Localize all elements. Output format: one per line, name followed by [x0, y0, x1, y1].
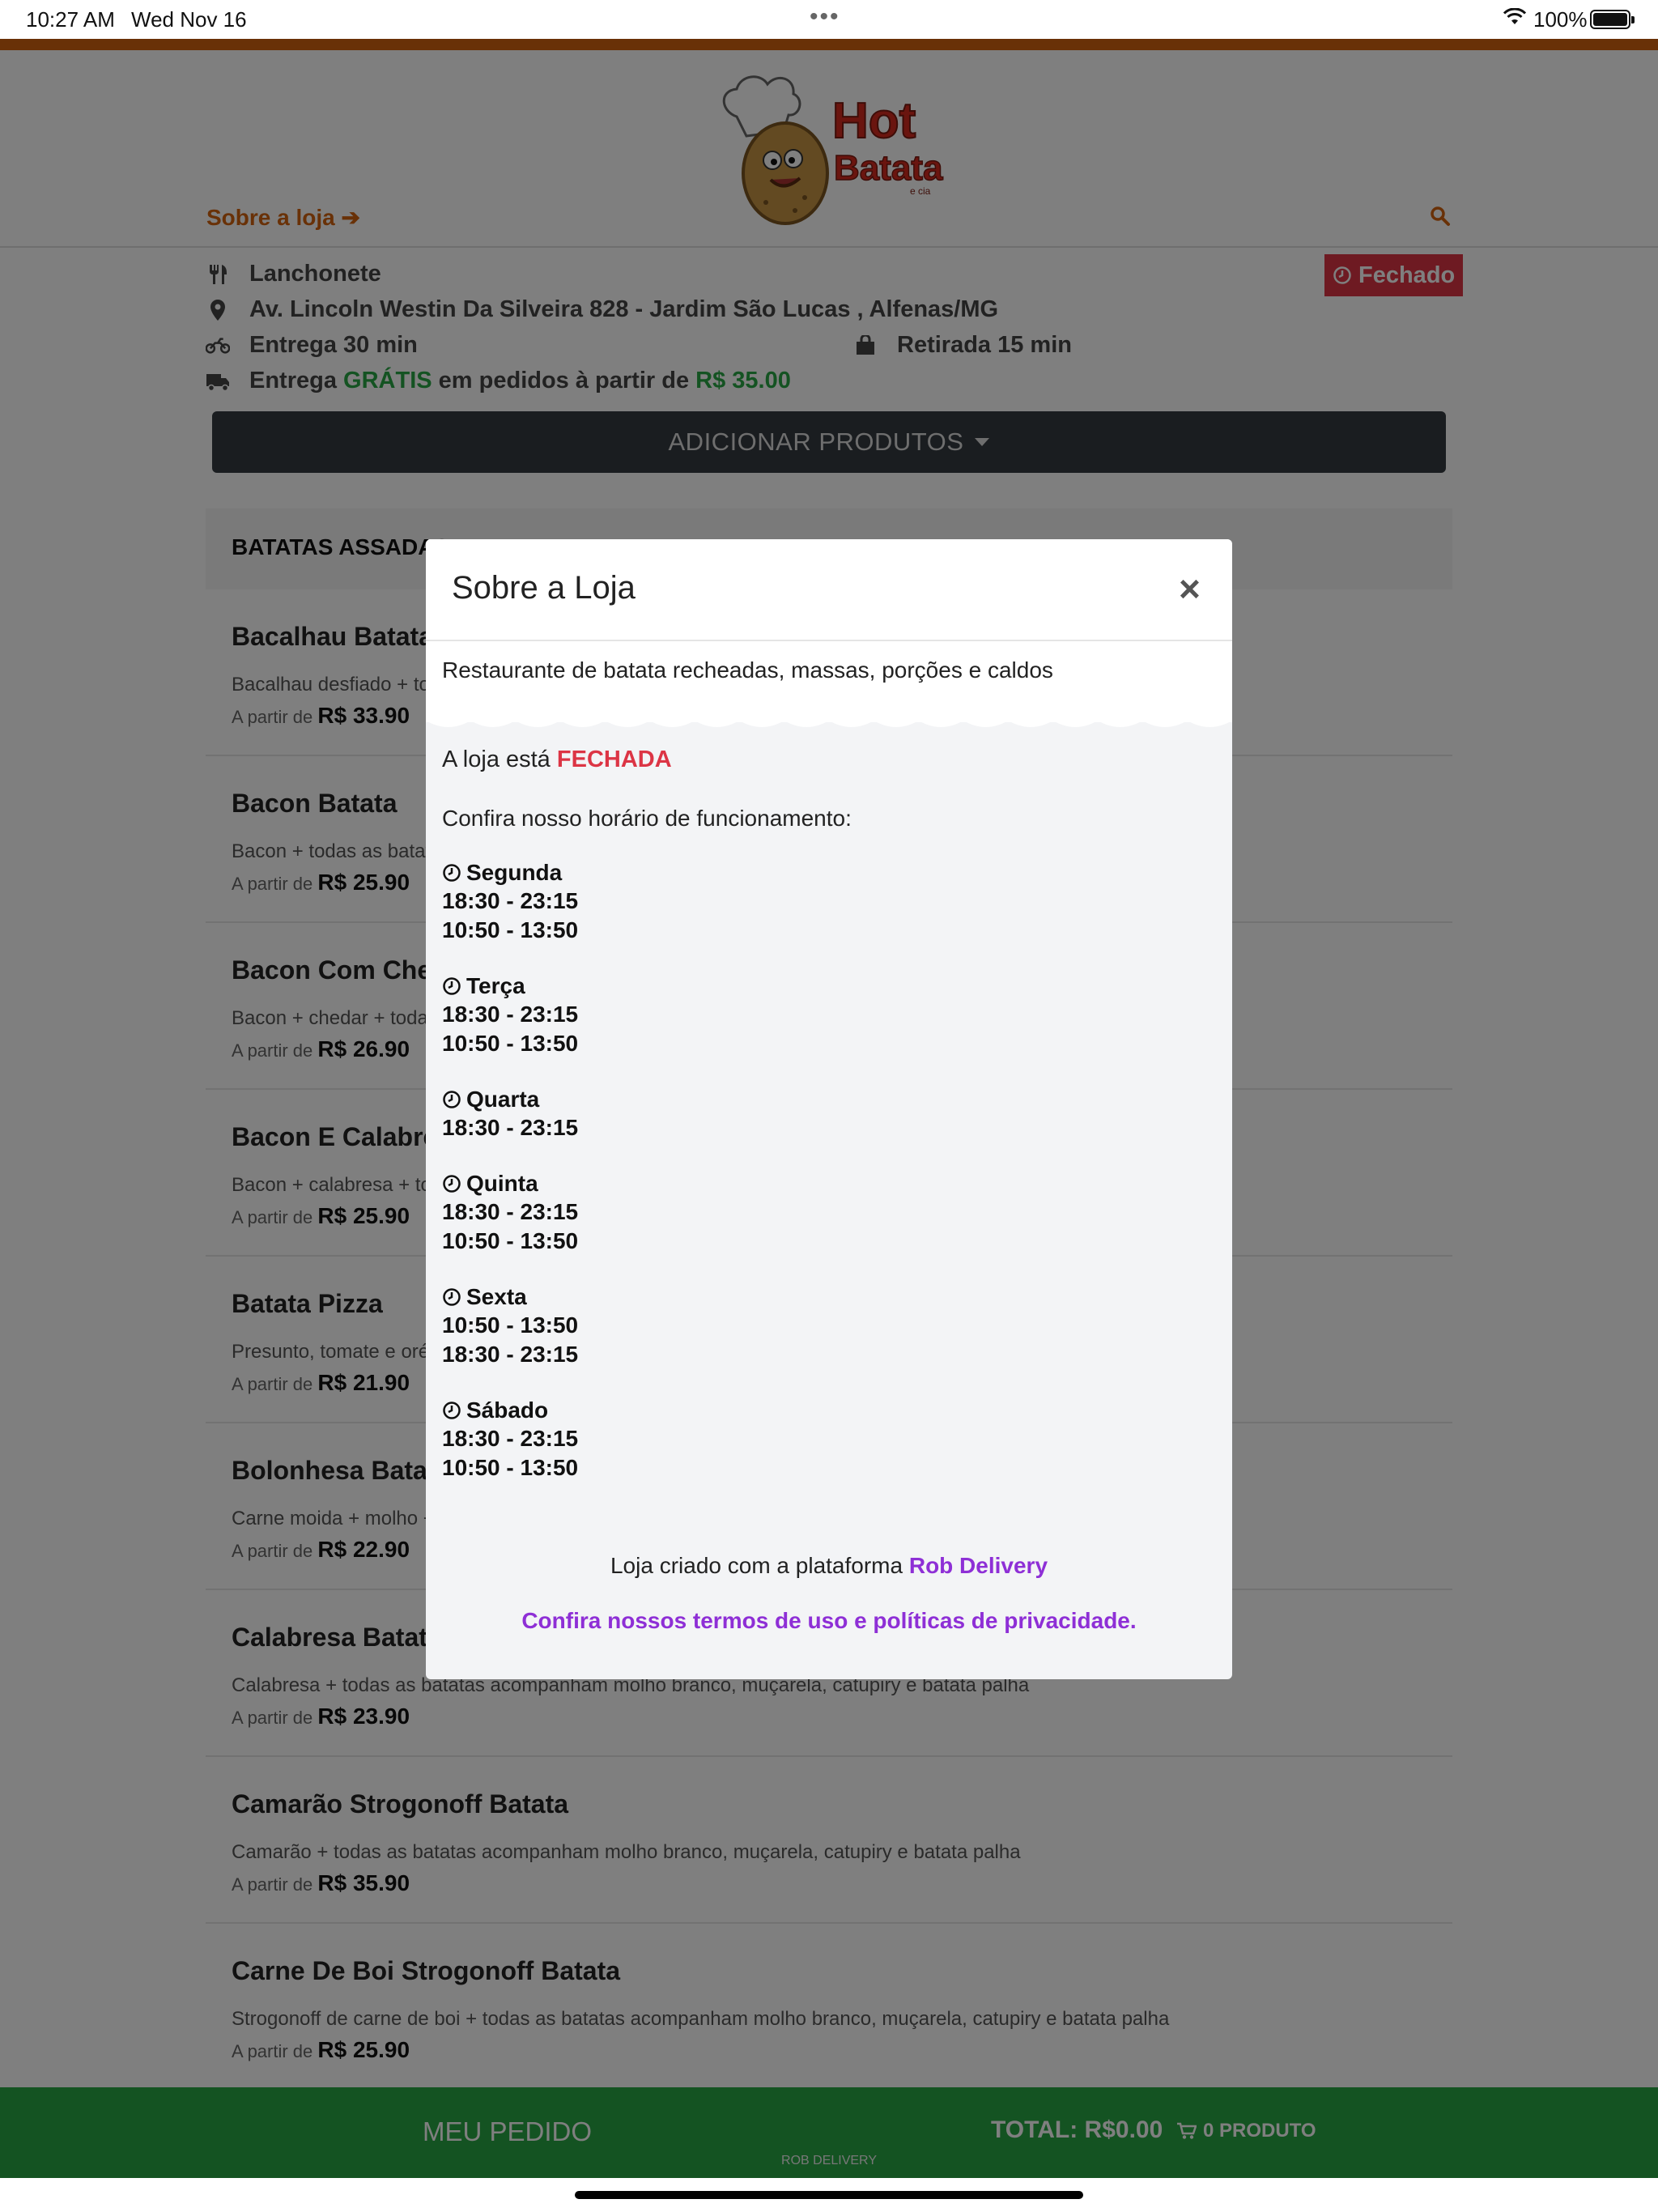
- clock-icon: [443, 1175, 461, 1193]
- platform-credit: Loja criado com a plataforma Rob Deliver…: [426, 1553, 1232, 1579]
- time-slot: 18:30 - 23:15: [442, 1002, 579, 1027]
- day-name: Sábado: [442, 1397, 1216, 1424]
- time-slot: 10:50 - 13:50: [442, 1228, 579, 1253]
- platform-credit-prefix: Loja criado com a plataforma: [610, 1553, 903, 1578]
- status-date: Wed Nov 16: [131, 7, 247, 32]
- time-slot: 18:30 - 23:15: [442, 1115, 579, 1140]
- schedule-day: Terça 18:30 - 23:15 10:50 - 13:50: [442, 972, 1216, 1058]
- time-slot: 18:30 - 23:15: [442, 1342, 579, 1367]
- clock-icon: [443, 977, 461, 995]
- day-name: Quarta: [442, 1086, 1216, 1113]
- schedule-day: Segunda 18:30 - 23:15 10:50 - 13:50: [442, 859, 1216, 945]
- modal-title: Sobre a Loja: [452, 570, 636, 606]
- day-name: Sexta: [442, 1283, 1216, 1311]
- clock-icon: [443, 1091, 461, 1108]
- clock-icon: [443, 1402, 461, 1419]
- time-slot: 10:50 - 13:50: [442, 1455, 579, 1480]
- time-slot: 18:30 - 23:15: [442, 1199, 579, 1224]
- clock-icon: [443, 864, 461, 882]
- day-name: Quinta: [442, 1170, 1216, 1197]
- schedule-day: Quinta 18:30 - 23:15 10:50 - 13:50: [442, 1170, 1216, 1256]
- about-store-modal: Sobre a Loja × Restaurante de batata rec…: [426, 539, 1232, 1679]
- store-description: Restaurante de batata recheadas, massas,…: [442, 657, 1053, 683]
- hours-intro: Confira nosso horário de funcionamento:: [442, 806, 852, 831]
- time-slot: 18:30 - 23:15: [442, 1426, 579, 1451]
- wifi-icon: [1503, 8, 1527, 24]
- store-status-value: FECHADA: [556, 747, 672, 772]
- time-slot: 10:50 - 13:50: [442, 1312, 579, 1338]
- modal-header: Sobre a Loja ×: [426, 539, 1232, 641]
- day-label: Sexta: [466, 1284, 527, 1309]
- day-name: Segunda: [442, 859, 1216, 887]
- schedule-day: Sábado 18:30 - 23:15 10:50 - 13:50: [442, 1397, 1216, 1482]
- status-time: 10:27 AM: [26, 7, 115, 32]
- day-label: Terça: [466, 973, 525, 998]
- wave-divider: [426, 709, 1232, 727]
- platform-link[interactable]: Rob Delivery: [909, 1553, 1048, 1578]
- store-status-prefix: A loja está: [442, 747, 551, 772]
- time-slot: 10:50 - 13:50: [442, 917, 579, 942]
- day-label: Segunda: [466, 860, 563, 885]
- status-bar: 10:27 AM Wed Nov 16 ••• 100%: [0, 0, 1658, 39]
- time-slot: 18:30 - 23:15: [442, 888, 579, 913]
- day-label: Sábado: [466, 1397, 549, 1423]
- clock-icon: [443, 1288, 461, 1306]
- store-status-line: A loja está FECHADA: [442, 747, 1216, 773]
- home-indicator[interactable]: [575, 2191, 1083, 2199]
- multitask-dots-icon[interactable]: •••: [810, 3, 840, 31]
- close-icon[interactable]: ×: [1179, 570, 1201, 607]
- terms-link[interactable]: Confira nossos termos de uso e políticas…: [426, 1608, 1232, 1634]
- schedule-day: Quarta 18:30 - 23:15: [442, 1086, 1216, 1142]
- day-label: Quinta: [466, 1171, 538, 1196]
- day-name: Terça: [442, 972, 1216, 1000]
- time-slot: 10:50 - 13:50: [442, 1031, 579, 1056]
- modal-body: A loja está FECHADA Confira nosso horári…: [442, 747, 1216, 1482]
- schedule-day: Sexta 10:50 - 13:50 18:30 - 23:15: [442, 1283, 1216, 1369]
- day-label: Quarta: [466, 1087, 540, 1112]
- battery-percent: 100%: [1533, 7, 1588, 32]
- battery-icon: [1590, 10, 1635, 29]
- opening-hours: Segunda 18:30 - 23:15 10:50 - 13:50 Terça 18…: [442, 859, 1216, 1482]
